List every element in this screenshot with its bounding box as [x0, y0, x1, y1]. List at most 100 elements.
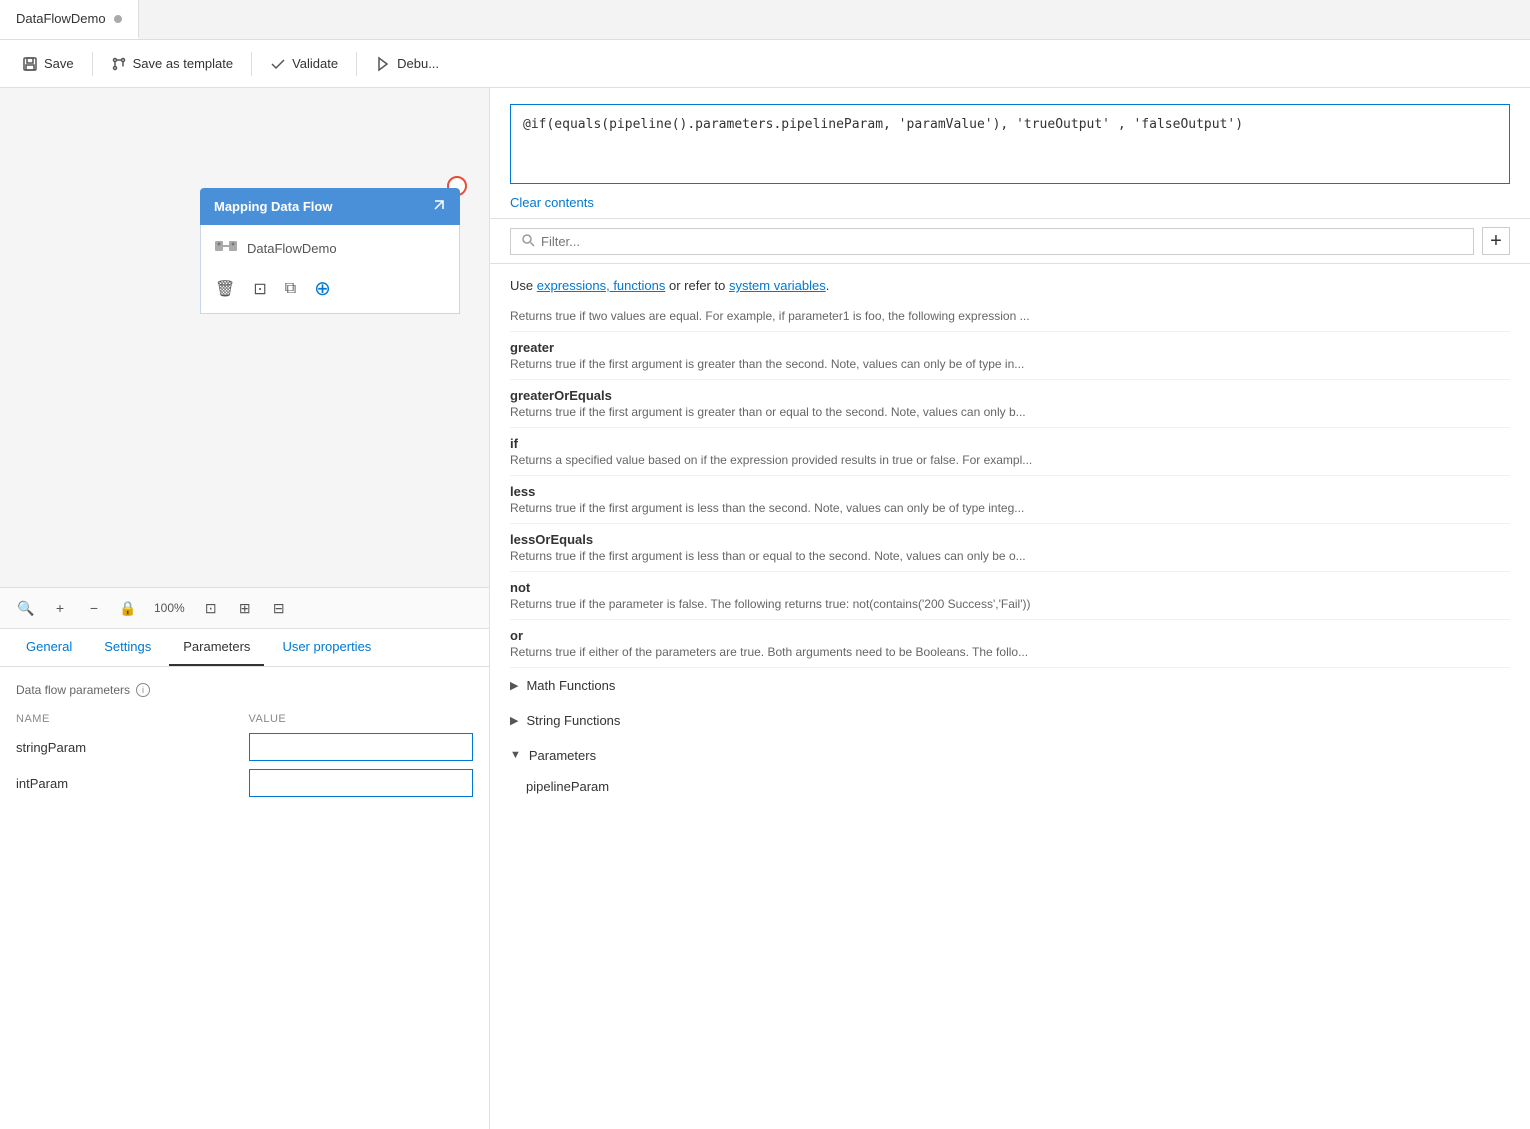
func-desc: Returns a specified value based on if th…	[510, 453, 1510, 467]
node-actions: 🗑 ⊡ ⧉ ⊕	[215, 276, 445, 301]
lock-btn[interactable]: 🔒	[114, 594, 142, 622]
tab-user-properties[interactable]: User properties	[268, 629, 385, 666]
tab-bar: DataFlowDemo	[0, 0, 1530, 40]
func-item: not Returns true if the parameter is fal…	[510, 572, 1510, 620]
search-canvas-btn[interactable]: 🔍	[12, 594, 40, 622]
string-functions-label: String Functions	[526, 713, 620, 728]
func-item: lessOrEquals Returns true if the first a…	[510, 524, 1510, 572]
info-icon[interactable]: i	[136, 683, 150, 697]
copy-icon[interactable]: ⊡	[253, 279, 266, 299]
string-functions-header[interactable]: ▶ String Functions	[510, 703, 1510, 738]
parameters-section-content: pipelineParam	[510, 773, 1510, 800]
separator	[92, 52, 93, 76]
param-value-int[interactable]	[249, 769, 474, 797]
param-name-int: intParam	[16, 776, 241, 791]
tab-dot	[114, 15, 122, 23]
right-panel: @if(equals(pipeline().parameters.pipelin…	[490, 88, 1530, 1129]
func-name: if	[510, 436, 1510, 451]
func-desc: Returns true if either of the parameters…	[510, 645, 1510, 659]
collapse-btn[interactable]: ⊟	[265, 594, 293, 622]
dataflow-icon	[215, 237, 237, 260]
func-desc: Returns true if the first argument is le…	[510, 501, 1510, 515]
expanded-arrow-params: ▼	[510, 749, 521, 761]
params-content: Data flow parameters i NAME VALUE string…	[0, 667, 489, 1129]
expand-btn[interactable]: ⊞	[231, 594, 259, 622]
separator3	[356, 52, 357, 76]
tab-settings[interactable]: Settings	[90, 629, 165, 666]
math-functions-header[interactable]: ▶ Math Functions	[510, 668, 1510, 703]
system-variables-link[interactable]: system variables	[729, 278, 826, 293]
parameters-header[interactable]: ▼ Parameters	[510, 738, 1510, 773]
expressions-functions-link[interactable]: expressions, functions	[537, 278, 666, 293]
func-item: less Returns true if the first argument …	[510, 476, 1510, 524]
parameters-section-label: Parameters	[529, 748, 596, 763]
delete-icon[interactable]: 🗑	[215, 279, 235, 299]
param-item-pipeline: pipelineParam	[526, 773, 1510, 800]
param-value-string[interactable]	[249, 733, 474, 761]
open-icon	[432, 198, 446, 212]
external-link-icon[interactable]	[432, 198, 446, 215]
clear-contents-button[interactable]: Clear contents	[510, 195, 594, 210]
func-item: greaterOrEquals Returns true if the firs…	[510, 380, 1510, 428]
col-name-header: NAME	[16, 713, 241, 725]
toolbar: Save Save as template Validate Debu...	[0, 40, 1530, 88]
params-section-title: Data flow parameters i	[16, 683, 473, 697]
func-name: not	[510, 580, 1510, 595]
tab-general[interactable]: General	[12, 629, 86, 666]
mapping-dataflow-node[interactable]: Mapping Data Flow	[200, 188, 460, 314]
collapsed-arrow-string: ▶	[510, 714, 518, 727]
validate-button[interactable]: Validate	[260, 50, 348, 78]
func-item: or Returns true if either of the paramet…	[510, 620, 1510, 668]
collapsed-arrow-math: ▶	[510, 679, 518, 692]
zoom-in-btn[interactable]: +	[46, 594, 74, 622]
tab-label: DataFlowDemo	[16, 11, 106, 26]
zoom-out-btn[interactable]: −	[80, 594, 108, 622]
tab-parameters[interactable]: Parameters	[169, 629, 264, 666]
func-desc: Returns true if two values are equal. Fo…	[510, 309, 1510, 323]
panel-tabs: General Settings Parameters User propert…	[0, 629, 489, 667]
func-desc: Returns true if the first argument is gr…	[510, 405, 1510, 419]
save-template-button[interactable]: Save as template	[101, 50, 243, 78]
func-item: if Returns a specified value based on if…	[510, 428, 1510, 476]
node-header-label: Mapping Data Flow	[214, 199, 332, 214]
save-button[interactable]: Save	[12, 50, 84, 78]
zoom-100-btn[interactable]: 100%	[148, 594, 191, 622]
table-row: stringParam	[16, 733, 473, 761]
tab-dataflow-demo[interactable]: DataFlowDemo	[0, 0, 139, 39]
filter-bar: +	[490, 219, 1530, 264]
main-content: Mapping Data Flow	[0, 88, 1530, 1129]
func-desc: Returns true if the first argument is le…	[510, 549, 1510, 563]
table-header: NAME VALUE	[16, 709, 473, 729]
expression-textarea[interactable]: @if(equals(pipeline().parameters.pipelin…	[510, 104, 1510, 184]
left-panel: Mapping Data Flow	[0, 88, 490, 1129]
col-value-header: VALUE	[249, 713, 474, 725]
save-template-icon	[111, 56, 127, 72]
validate-icon	[270, 56, 286, 72]
filter-input[interactable]	[541, 234, 1463, 249]
add-output-icon[interactable]: ⊕	[314, 276, 331, 301]
search-icon	[521, 233, 535, 250]
expression-editor: @if(equals(pipeline().parameters.pipelin…	[490, 88, 1530, 219]
separator2	[251, 52, 252, 76]
func-name: or	[510, 628, 1510, 643]
flow-icon	[215, 237, 237, 255]
func-name: greater	[510, 340, 1510, 355]
debug-icon	[375, 56, 391, 72]
func-desc: Returns true if the parameter is false. …	[510, 597, 1510, 611]
filter-input-wrap	[510, 228, 1474, 255]
params-table: NAME VALUE stringParam intParam	[16, 709, 473, 797]
add-button[interactable]: +	[1482, 227, 1510, 255]
node-name-label: DataFlowDemo	[247, 241, 337, 256]
duplicate-icon[interactable]: ⧉	[285, 280, 296, 298]
math-functions-label: Math Functions	[526, 678, 615, 693]
node-body: DataFlowDemo 🗑 ⊡ ⧉ ⊕	[200, 225, 460, 314]
param-name-string: stringParam	[16, 740, 241, 755]
help-text: Use expressions, functions or refer to s…	[490, 264, 1530, 301]
node-name-row: DataFlowDemo	[215, 237, 445, 260]
canvas-area[interactable]: Mapping Data Flow	[0, 88, 489, 587]
fit-btn[interactable]: ⊡	[197, 594, 225, 622]
debug-button[interactable]: Debu...	[365, 50, 449, 78]
functions-list: Returns true if two values are equal. Fo…	[490, 301, 1530, 1129]
func-item: Returns true if two values are equal. Fo…	[510, 301, 1510, 332]
func-name: lessOrEquals	[510, 532, 1510, 547]
